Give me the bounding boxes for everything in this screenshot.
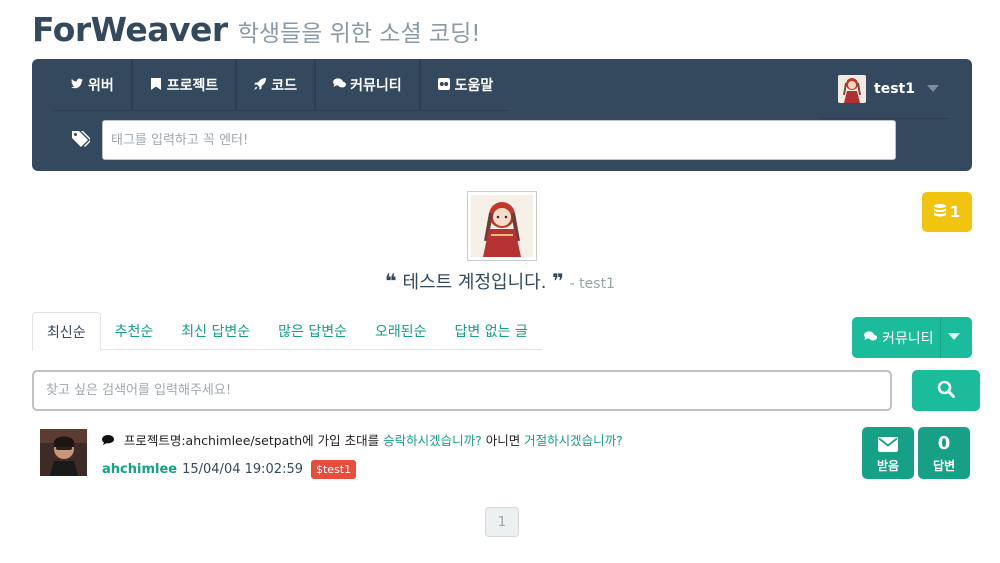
post-text-prefix: 프로젝트명:ahchimlee/setpath에 가입 초대를: [123, 433, 384, 448]
tag-input[interactable]: [102, 120, 896, 160]
tab-oldest[interactable]: 오래된순: [361, 312, 441, 350]
flickr-icon: [437, 77, 450, 93]
answer-label: 답변: [932, 459, 956, 473]
tab-recent-answers[interactable]: 최신 답변순: [167, 312, 264, 350]
chevron-down-icon: [926, 85, 939, 92]
tab-most-answers[interactable]: 많은 답변순: [264, 312, 361, 350]
quote-author: - test1: [569, 276, 615, 292]
brand[interactable]: ForWeaver 학생들을 위한 소셜 코딩!: [32, 10, 480, 52]
nav-label: 커뮤니티: [350, 78, 402, 94]
quote-text: 테스트 계정입니다.: [402, 272, 547, 293]
comments-icon: [333, 78, 347, 92]
pagination-page[interactable]: 1: [485, 507, 519, 537]
post-date: 15/04/04 19:02:59: [182, 462, 303, 477]
envelope-icon: [862, 434, 914, 454]
nav-item-project[interactable]: 프로젝트: [133, 59, 238, 111]
avatar[interactable]: [40, 429, 87, 476]
reject-link[interactable]: 거절하시겠습니까?: [524, 433, 623, 448]
inbox-label: 받음: [876, 459, 900, 473]
navbar: 위버 프로젝트 코드 커뮤니티 도움말 test1 태그를 입력하고 꼭 엔터!: [32, 59, 972, 171]
nav-label: 프로젝트: [166, 78, 219, 94]
answer-count-button[interactable]: 0 답변: [918, 427, 970, 479]
search-input[interactable]: [32, 370, 892, 411]
post-text-middle: 아니면: [481, 433, 525, 448]
post-author[interactable]: ahchimlee: [102, 462, 177, 477]
quote-left-icon: ❝: [385, 269, 397, 293]
profile-avatar: [467, 191, 537, 261]
community-button-label: 커뮤니티: [882, 330, 934, 347]
database-icon: [933, 203, 946, 221]
nav-label: 코드: [271, 78, 298, 94]
post-tag[interactable]: $test1: [311, 460, 357, 479]
nav-item-community[interactable]: 커뮤니티: [316, 59, 421, 111]
coin-badge[interactable]: 1: [922, 192, 972, 232]
nav-label: 위버: [88, 78, 114, 94]
tab-recommended[interactable]: 추천순: [101, 312, 168, 350]
comment-icon: [102, 434, 118, 448]
profile-quote: ❝ 테스트 계정입니다. ❞ - test1: [0, 268, 1000, 294]
brand-tagline: 학생들을 위한 소셜 코딩!: [237, 21, 481, 47]
rocket-icon: [254, 77, 267, 93]
community-dropdown-button[interactable]: 커뮤니티: [852, 317, 972, 358]
inbox-button[interactable]: 받음: [862, 427, 914, 479]
chevron-down-icon[interactable]: [948, 333, 960, 340]
avatar: [838, 74, 866, 103]
nav-item-weaver[interactable]: 위버: [54, 59, 133, 111]
list-item: 프로젝트명:ahchimlee/setpath에 가입 초대를 승락하시겠습니까…: [32, 424, 972, 486]
search-icon: [937, 380, 955, 402]
twitter-icon: [71, 78, 83, 92]
coin-count: 1: [949, 203, 961, 221]
quote-right-icon: ❞: [552, 269, 564, 293]
tab-unanswered[interactable]: 답변 없는 글: [441, 312, 542, 350]
tab-latest[interactable]: 최신순: [32, 312, 101, 351]
username: test1: [874, 80, 915, 97]
divider: [940, 317, 941, 358]
user-menu[interactable]: test1: [820, 59, 950, 119]
tag-icon: [72, 131, 92, 149]
brand-name[interactable]: ForWeaver: [32, 10, 228, 49]
answer-count: 0: [937, 433, 951, 454]
comments-icon: [864, 330, 877, 345]
nav-item-code[interactable]: 코드: [237, 59, 317, 111]
accept-link[interactable]: 승락하시겠습니까?: [383, 433, 482, 448]
nav-label: 도움말: [454, 78, 494, 94]
post-title: 프로젝트명:ahchimlee/setpath에 가입 초대를 승락하시겠습니까…: [102, 430, 623, 449]
post-meta: ahchimlee 15/04/04 19:02:59 $test1: [102, 460, 357, 479]
nav-menu: 위버 프로젝트 코드 커뮤니티 도움말: [54, 59, 511, 111]
bookmark-icon: [150, 77, 162, 93]
nav-item-help[interactable]: 도움말: [421, 59, 511, 111]
sort-tabs: 최신순 추천순 최신 답변순 많은 답변순 오래된순 답변 없는 글: [32, 312, 542, 351]
search-button[interactable]: [912, 370, 980, 411]
